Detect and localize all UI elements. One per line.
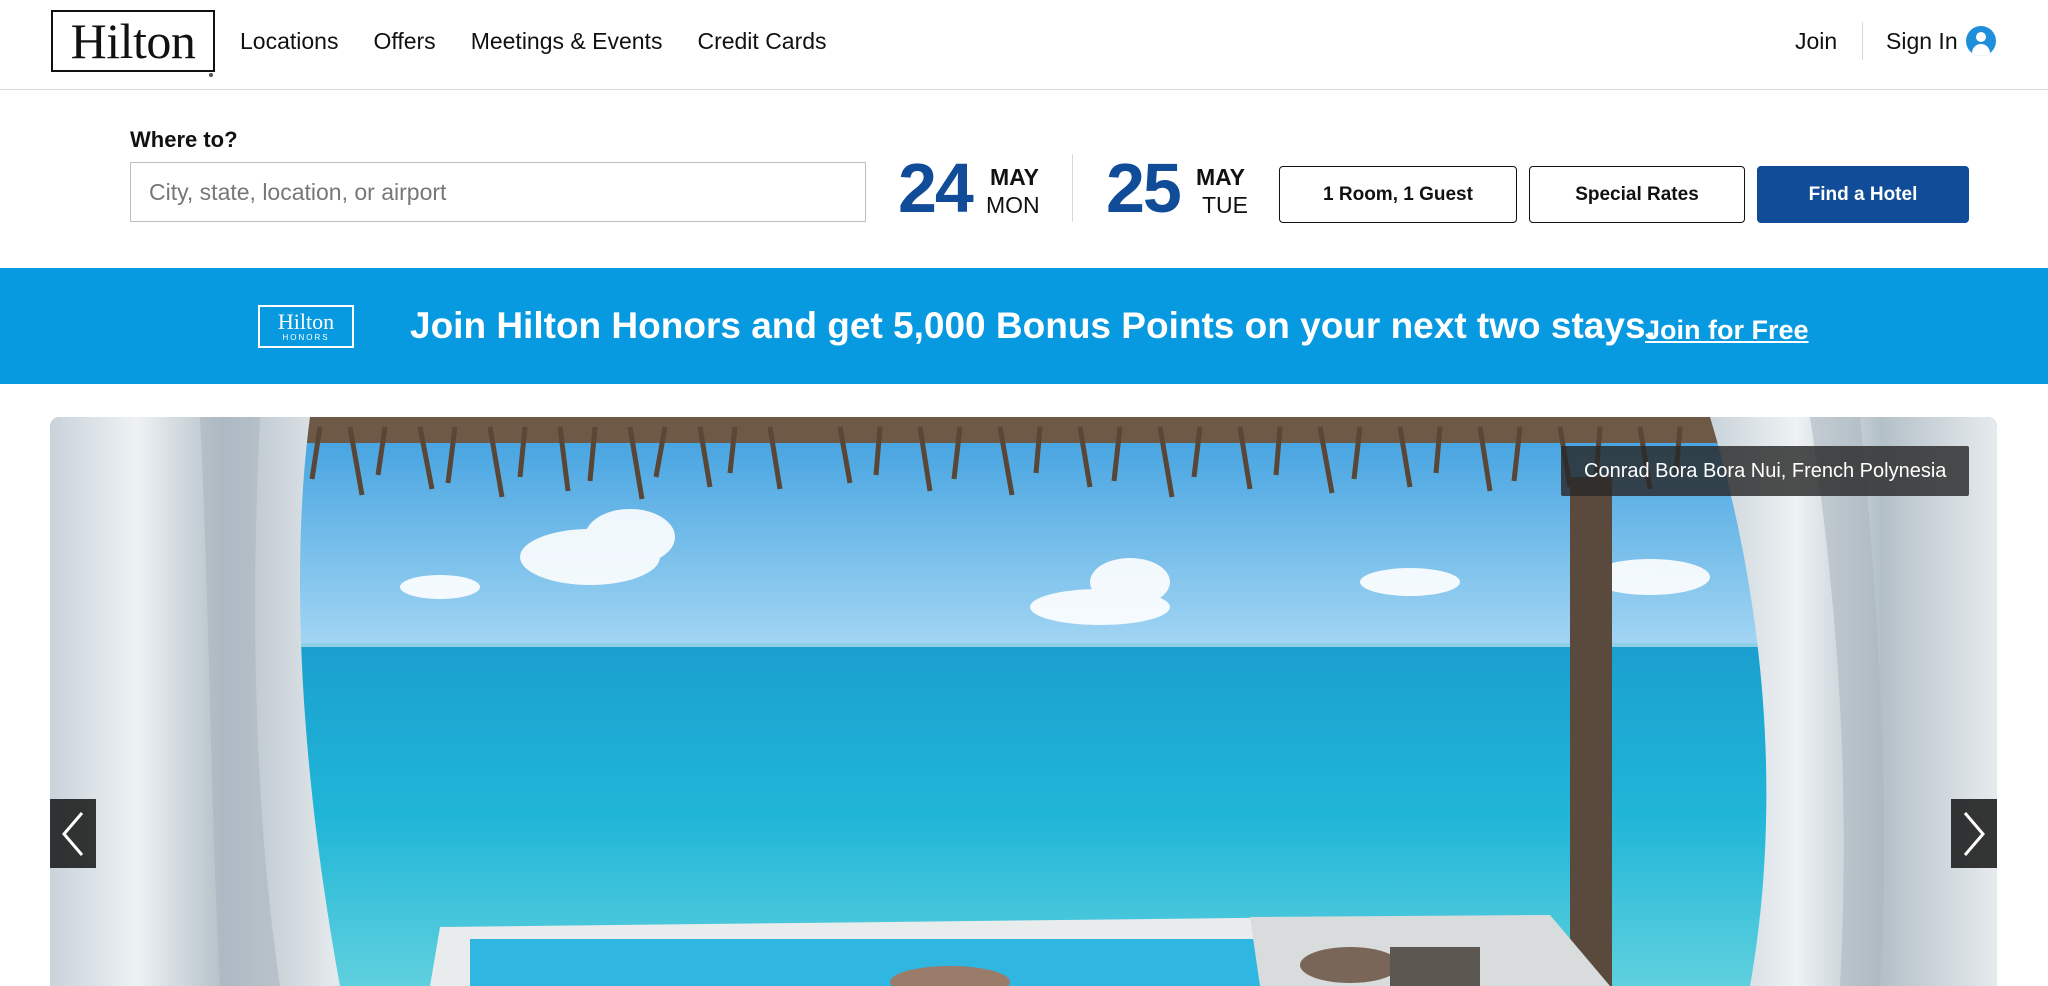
nav-locations[interactable]: Locations (240, 26, 338, 56)
honors-banner: Hilton HONORS Join Hilton Honors and get… (0, 268, 2048, 384)
chevron-left-icon (62, 811, 84, 856)
join-link[interactable]: Join (1795, 26, 1837, 56)
honors-logo-text: Hilton (277, 308, 335, 334)
check-in-date[interactable]: 24 MAY MON (898, 148, 1048, 228)
join-for-free-link[interactable]: Join for Free (1645, 310, 1809, 350)
check-in-month: MAY (990, 164, 1039, 190)
date-divider (1072, 154, 1073, 222)
check-out-weekday: TUE (1202, 192, 1248, 218)
check-out-date[interactable]: 25 MAY TUE (1106, 148, 1256, 228)
check-out-month: MAY (1196, 164, 1245, 190)
sign-in-link[interactable]: Sign In (1886, 26, 1958, 56)
find-hotel-button[interactable]: Find a Hotel (1757, 166, 1969, 223)
logo-dot (209, 73, 213, 77)
header-divider (1862, 22, 1863, 60)
carousel-next-button[interactable] (1951, 799, 1997, 868)
main-nav: Locations Offers Meetings & Events Credi… (240, 26, 862, 56)
honors-logo-subtext: HONORS (282, 332, 330, 342)
carousel-prev-button[interactable] (50, 799, 96, 868)
hero-carousel: Conrad Bora Bora Nui, French Polynesia (50, 417, 1997, 986)
check-in-day: 24 (898, 149, 974, 227)
destination-input[interactable] (130, 162, 866, 222)
nav-credit-cards[interactable]: Credit Cards (697, 26, 826, 56)
image-caption: Conrad Bora Bora Nui, French Polynesia (1561, 446, 1970, 496)
check-out-day: 25 (1106, 149, 1182, 227)
user-circle-icon[interactable] (1966, 26, 1996, 56)
banner-message: Join Hilton Honors and get 5,000 Bonus P… (410, 305, 1656, 346)
rooms-guests-button[interactable]: 1 Room, 1 Guest (1279, 166, 1517, 223)
check-in-weekday: MON (986, 192, 1040, 218)
hilton-honors-logo: Hilton HONORS (258, 305, 354, 348)
where-to-label: Where to? (130, 127, 238, 152)
hilton-logo[interactable]: Hilton (51, 10, 215, 72)
nav-offers[interactable]: Offers (373, 26, 435, 56)
nav-meetings-events[interactable]: Meetings & Events (471, 26, 663, 56)
logo-text: Hilton (70, 13, 196, 69)
site-header: Hilton Locations Offers Meetings & Event… (0, 0, 2048, 90)
hero-image (50, 417, 1997, 986)
special-rates-button[interactable]: Special Rates (1529, 166, 1745, 223)
chevron-right-icon (1963, 811, 1985, 856)
